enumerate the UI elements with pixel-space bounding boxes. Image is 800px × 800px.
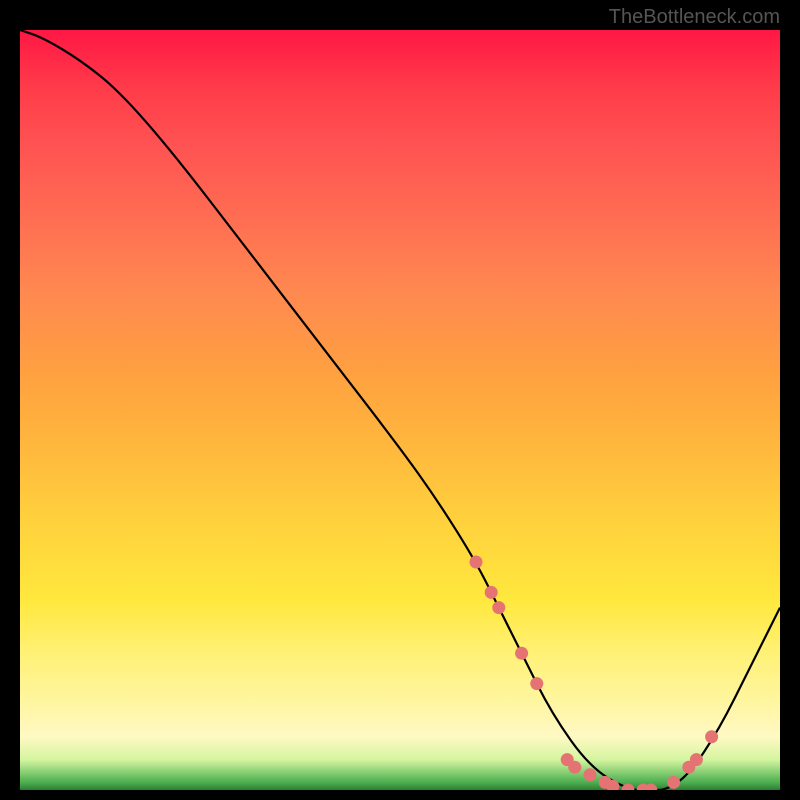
marker-dot: [515, 647, 528, 660]
marker-dot: [492, 601, 505, 614]
marker-dot: [690, 753, 703, 766]
attribution-text: TheBottleneck.com: [609, 6, 780, 29]
highlight-markers: [470, 556, 719, 791]
chart-container: TheBottleneck.com: [0, 0, 800, 800]
marker-dot: [622, 784, 635, 791]
curve-svg: [20, 30, 780, 790]
plot-area: [20, 30, 780, 790]
marker-dot: [470, 556, 483, 569]
bottleneck-curve-line: [20, 30, 780, 790]
marker-dot: [584, 768, 597, 781]
marker-dot: [667, 776, 680, 789]
marker-dot: [530, 677, 543, 690]
marker-dot: [485, 586, 498, 599]
marker-dot: [568, 761, 581, 774]
marker-dot: [705, 730, 718, 743]
